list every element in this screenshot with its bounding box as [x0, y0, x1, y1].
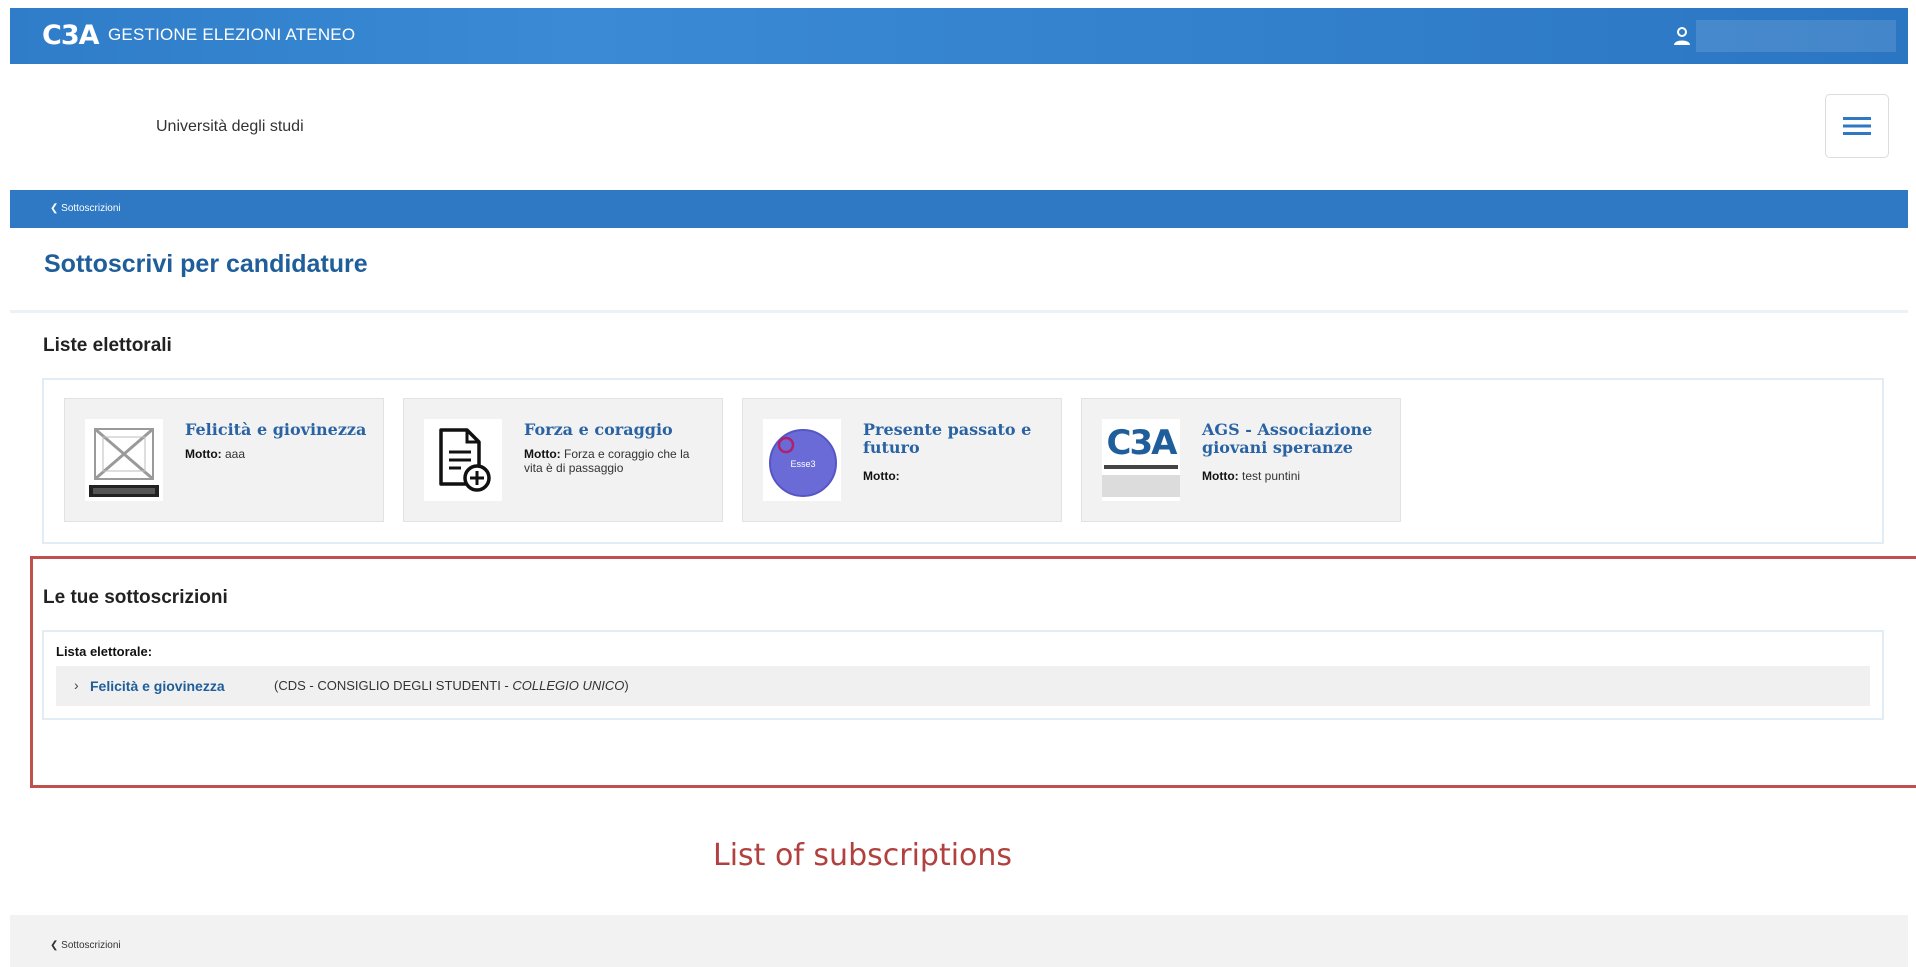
chevron-right-icon: ›: [74, 677, 79, 693]
list-card-name: Felicità e giovinezza: [185, 420, 367, 439]
breadcrumb-bar: ❮ Sottoscrizioni: [10, 190, 1908, 228]
university-name: Università degli studi: [156, 118, 304, 135]
university-header: Università degli studi: [10, 64, 1908, 190]
annotation-caption: List of subscriptions: [713, 838, 1013, 873]
subscription-list-name-link[interactable]: Felicità e giovinezza: [90, 678, 225, 694]
app-title: GESTIONE ELEZIONI ATENEO: [108, 25, 356, 44]
subscription-row[interactable]: › Felicità e giovinezza (CDS - CONSIGLIO…: [56, 666, 1870, 706]
chevron-left-icon: ❮: [50, 940, 59, 951]
c3a-logo-text: C3A: [1106, 423, 1178, 463]
hamburger-menu-button[interactable]: [1825, 94, 1889, 158]
list-label: Lista elettorale:: [56, 644, 153, 659]
subscription-detail: (CDS - CONSIGLIO DEGLI STUDENTI - COLLEG…: [274, 678, 629, 693]
subscriptions-panel: Lista elettorale: › Felicità e giovinezz…: [42, 630, 1884, 720]
subscriptions-section-title: Le tue sottoscrizioni: [43, 587, 228, 608]
list-card-name: AGS - Associazione giovani speranze: [1202, 420, 1373, 457]
list-card-name: Forza e coraggio: [524, 420, 673, 439]
list-card-presente[interactable]: Esse3 Presente passato e futuro Motto:: [742, 398, 1062, 522]
chevron-left-icon: ❮: [50, 203, 59, 214]
back-link-label: Sottoscrizioni: [61, 203, 121, 214]
user-icon[interactable]: [1670, 24, 1694, 48]
hamburger-menu-icon: [1843, 117, 1871, 135]
footer-back-label: Sottoscrizioni: [61, 940, 121, 951]
divider: [10, 310, 1908, 313]
c3a-logo-tagline: [1104, 465, 1178, 469]
list-card-motto: Motto:: [863, 469, 900, 483]
list-card-motto: Motto: Forza e coraggio che la vita è di…: [524, 447, 690, 475]
electoral-lists-panel: Felicità e giovinezza Motto: aaa Forza e…: [42, 378, 1884, 544]
list-card-motto: Motto: aaa: [185, 447, 246, 461]
bicocca-logo: [85, 419, 163, 501]
c3a-logo: C3A: [1102, 419, 1180, 501]
document-add-icon: [424, 419, 502, 501]
footer-bar: ❮ Sottoscrizioni: [10, 915, 1908, 967]
c3a-logo: C3A: [42, 20, 99, 51]
footer-back-link[interactable]: ❮ Sottoscrizioni: [50, 940, 121, 951]
esse3-logo-text: Esse3: [790, 459, 815, 469]
page-title: Sottoscrivi per candidature: [44, 250, 368, 278]
lists-section-title: Liste elettorali: [43, 335, 172, 356]
top-header-bar: C3A GESTIONE ELEZIONI ATENEO: [10, 8, 1908, 64]
user-name-redacted[interactable]: [1696, 20, 1896, 52]
purple-circle-logo: Esse3: [763, 419, 841, 501]
list-card-forza[interactable]: Forza e coraggio Motto: Forza e coraggio…: [403, 398, 723, 522]
back-link-sottoscrizioni[interactable]: ❮ Sottoscrizioni: [50, 203, 121, 214]
c3a-logo-bar: [1102, 475, 1180, 497]
list-card-motto: Motto: test puntini: [1202, 469, 1301, 483]
list-card-ags[interactable]: C3A AGS - Associazione giovani speranze …: [1081, 398, 1401, 522]
list-card-name: Presente passato e futuro: [863, 420, 1032, 457]
list-card-felicita[interactable]: Felicità e giovinezza Motto: aaa: [64, 398, 384, 522]
